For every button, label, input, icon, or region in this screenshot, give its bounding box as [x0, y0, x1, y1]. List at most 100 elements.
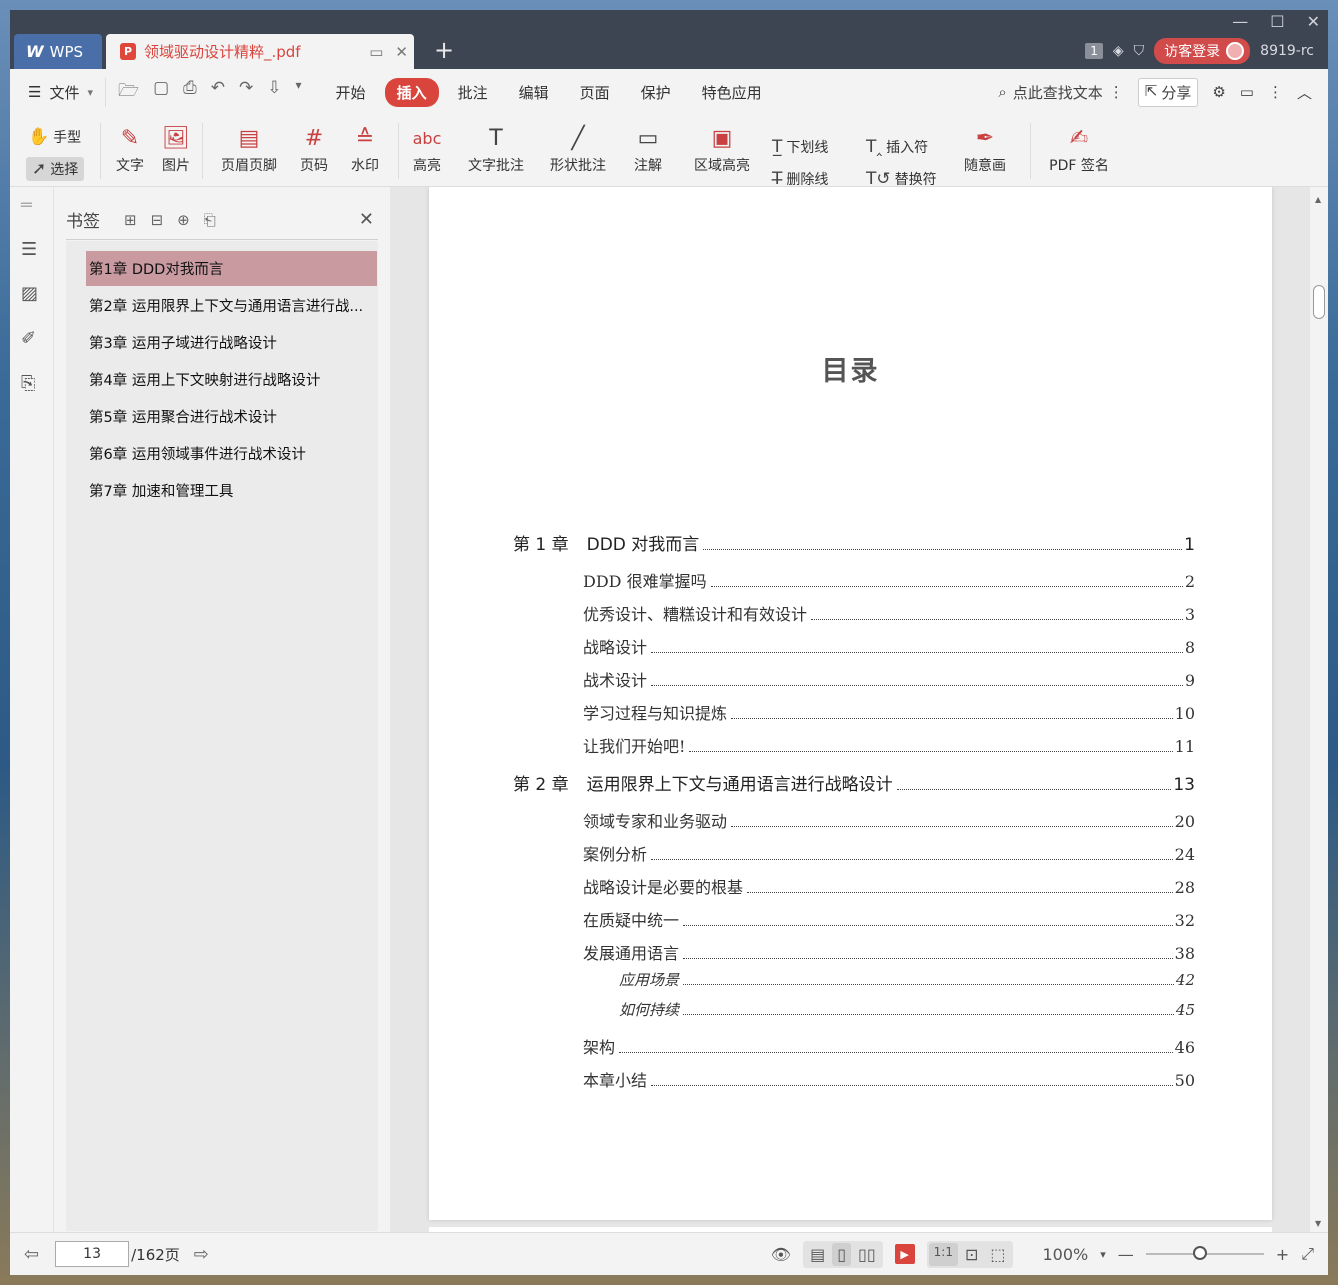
tab-page[interactable]: 页面: [568, 78, 622, 107]
toc-entry[interactable]: 学习过程与知识提炼 10: [583, 700, 1195, 724]
strikethrough-button[interactable]: T̶ 删除线: [772, 169, 828, 189]
toc-entry[interactable]: 案例分析 24: [583, 841, 1195, 865]
annotation-button[interactable]: ▭ 注解: [626, 121, 670, 175]
minimize-icon[interactable]: —: [1232, 12, 1248, 31]
pin-window-icon[interactable]: ▭: [369, 43, 383, 61]
annotation-list-icon[interactable]: ✐: [21, 328, 36, 349]
vertical-scrollbar[interactable]: ▲ ▼: [1310, 187, 1328, 1232]
toc-entry[interactable]: 本章小结 50: [583, 1067, 1195, 1091]
insert-text-button[interactable]: ✎ 文字: [112, 121, 148, 175]
zoom-dropdown-icon[interactable]: ▾: [1100, 1248, 1106, 1261]
toc-entry[interactable]: 第 1 章 DDD 对我而言 1: [513, 530, 1195, 555]
replace-mark-button[interactable]: T↺ 替换符: [866, 169, 937, 189]
scroll-down-icon[interactable]: ▼: [1315, 1219, 1321, 1228]
page-number-input[interactable]: 13: [55, 1241, 130, 1267]
share-button[interactable]: ⇱ 分享: [1137, 77, 1199, 107]
scrollbar-thumb[interactable]: [1313, 285, 1325, 319]
text-comment-button[interactable]: T 文字批注: [464, 121, 528, 175]
highlight-button[interactable]: abc 高亮: [406, 121, 448, 175]
toc-entry[interactable]: 在质疑中统一 32: [583, 907, 1195, 931]
bookmark-item[interactable]: 第4章 运用上下文映射进行战略设计: [86, 362, 377, 397]
collapse-all-icon[interactable]: ⊟: [151, 211, 164, 229]
close-window-icon[interactable]: ✕: [1307, 12, 1320, 31]
hand-tool-button[interactable]: ✋ 手型: [28, 127, 81, 147]
more-options-icon[interactable]: ⋮: [1268, 83, 1283, 101]
underline-button[interactable]: T̲ 下划线: [772, 137, 828, 157]
message-icon[interactable]: ▭: [1240, 83, 1254, 101]
toc-entry[interactable]: 优秀设计、糟糕设计和有效设计 3: [583, 601, 1195, 625]
double-page-icon[interactable]: ▯▯: [853, 1243, 881, 1266]
insert-mark-button[interactable]: T‸ 插入符: [866, 137, 928, 157]
single-page-icon[interactable]: ▯: [832, 1242, 852, 1266]
play-slideshow-icon[interactable]: ▶: [894, 1244, 915, 1264]
more-vertical-icon[interactable]: ⋮: [1109, 83, 1124, 101]
zoom-in-icon[interactable]: +: [1276, 1245, 1289, 1264]
toc-entry[interactable]: 战略设计是必要的根基 28: [583, 874, 1195, 898]
bookmark-icon[interactable]: ⎗: [204, 211, 216, 229]
tab-comment[interactable]: 批注: [446, 78, 500, 107]
eye-protection-icon[interactable]: 👁: [771, 1245, 791, 1264]
shape-comment-button[interactable]: ╱ 形状批注: [542, 121, 614, 175]
bookmark-list-icon[interactable]: ☰: [21, 239, 37, 260]
bookmark-item[interactable]: 第6章 运用领域事件进行战术设计: [86, 436, 377, 471]
tab-insert[interactable]: 插入: [384, 77, 439, 107]
toc-entry[interactable]: 发展通用语言 38: [583, 940, 1195, 964]
toc-entry[interactable]: 领域专家和业务驱动 20: [583, 808, 1195, 832]
open-folder-icon[interactable]: 🗁: [118, 78, 139, 107]
add-bookmark-icon[interactable]: ⊕: [177, 211, 190, 229]
freehand-button[interactable]: ✒ 随意画: [956, 121, 1014, 175]
area-highlight-button[interactable]: ▣ 区域高亮: [686, 121, 758, 175]
expand-all-icon[interactable]: ⊞: [124, 211, 137, 229]
export-icon[interactable]: ⇩: [267, 78, 281, 107]
login-button[interactable]: 访客登录: [1154, 38, 1251, 64]
more-quick-icon[interactable]: ▾: [296, 78, 302, 107]
settings-icon[interactable]: ⚙: [1212, 83, 1225, 101]
print-icon[interactable]: ⎙: [183, 78, 197, 107]
zoom-slider[interactable]: [1145, 1246, 1264, 1260]
fit-page-icon[interactable]: ⊡: [960, 1243, 983, 1266]
tab-start[interactable]: 开始: [324, 78, 378, 107]
shirt-icon[interactable]: ⛉: [1134, 43, 1145, 59]
insert-image-button[interactable]: 🖼 图片: [158, 121, 194, 175]
next-page-icon[interactable]: ⇨: [194, 1244, 209, 1265]
fullscreen-icon[interactable]: ⤢: [1301, 1244, 1314, 1264]
toc-entry[interactable]: 让我们开始吧! 11: [583, 733, 1195, 757]
toc-entry[interactable]: 架构 46: [583, 1034, 1195, 1058]
bookmark-item[interactable]: 第7章 加速和管理工具: [86, 473, 377, 508]
toc-entry[interactable]: 应用场景 42: [619, 969, 1195, 990]
new-tab-button[interactable]: +: [434, 38, 454, 62]
select-tool-button[interactable]: ➚ 选择: [26, 157, 85, 181]
actual-size-icon[interactable]: 1:1: [928, 1242, 958, 1266]
toc-entry[interactable]: 战术设计 9: [583, 667, 1195, 691]
watermark-button[interactable]: ≙ 水印: [344, 121, 386, 175]
fit-width-icon[interactable]: ⬚: [985, 1243, 1010, 1266]
maximize-icon[interactable]: ☐: [1270, 12, 1284, 31]
tab-special-apps[interactable]: 特色应用: [690, 78, 774, 107]
search-box[interactable]: ⌕ 点此查找文本 ⋮: [998, 82, 1123, 103]
save-icon[interactable]: ▢: [153, 78, 169, 107]
tab-wps-home[interactable]: W WPS: [14, 34, 102, 69]
continuous-page-icon[interactable]: ▤: [805, 1243, 830, 1266]
pdf-sign-button[interactable]: ✍ PDF 签名: [1042, 121, 1116, 175]
collapse-ribbon-icon[interactable]: ︿: [1297, 82, 1312, 103]
zoom-out-icon[interactable]: —: [1118, 1245, 1134, 1264]
scroll-up-icon[interactable]: ▲: [1315, 195, 1321, 204]
thumbnail-icon[interactable]: ▨: [21, 283, 38, 304]
bookmark-item[interactable]: 第5章 运用聚合进行战术设计: [86, 399, 377, 434]
header-footer-button[interactable]: ▤ 页眉页脚: [210, 121, 288, 175]
toc-entry[interactable]: 第 2 章运用限界上下文与通用语言进行战略设计 13: [513, 770, 1195, 795]
zoom-level[interactable]: 100%: [1043, 1245, 1089, 1264]
close-tab-icon[interactable]: ✕: [395, 43, 408, 61]
toc-entry[interactable]: 战略设计 8: [583, 634, 1195, 658]
tab-document[interactable]: P 领域驱动设计精粹_.pdf ▭ ✕: [106, 34, 414, 69]
toc-entry[interactable]: 如何持续 45: [619, 999, 1195, 1020]
drag-handle-icon[interactable]: ═: [21, 195, 32, 216]
bookmark-item[interactable]: 第2章 运用限界上下文与通用语言进行战...: [86, 288, 377, 323]
toc-entry[interactable]: DDD 很难掌握吗 2: [583, 568, 1195, 592]
tab-protect[interactable]: 保护: [629, 78, 683, 107]
undo-icon[interactable]: ↶: [211, 78, 225, 107]
bookmark-item[interactable]: 第3章 运用子域进行战略设计: [86, 325, 377, 360]
bookmark-item[interactable]: 第1章 DDD对我而言: [86, 251, 377, 286]
tab-edit[interactable]: 编辑: [507, 78, 561, 107]
file-menu[interactable]: ☰ 文件 ▾: [28, 82, 93, 103]
